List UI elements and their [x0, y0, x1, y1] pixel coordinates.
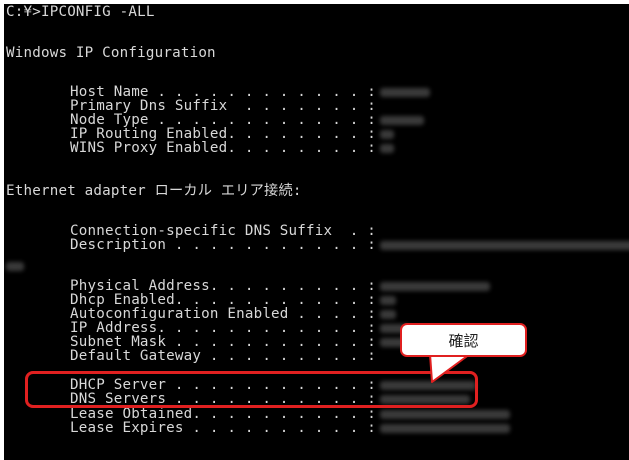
- description-wrap-redacted: [6, 262, 24, 271]
- prompt-line: C:¥>IPCONFIG -ALL: [6, 4, 155, 20]
- description-row: Description . . . . . . . . . . . :: [70, 238, 629, 252]
- autoconfiguration-enabled-row: Autoconfiguration Enabled . . . . :: [70, 307, 396, 321]
- ip-configuration-header: Windows IP Configuration: [6, 45, 216, 61]
- adapter-header: Ethernet adapter ローカル エリア接続:: [6, 183, 302, 199]
- default-gateway-row: Default Gateway . . . . . . . . . :: [70, 348, 376, 364]
- subnet-mask-row: Subnet Mask . . . . . . . . . . . :: [70, 335, 410, 349]
- wins-proxy-enabled-row: WINS Proxy Enabled. . . . . . . . :: [70, 141, 394, 155]
- dhcp-enabled-row: Dhcp Enabled. . . . . . . . . . . :: [70, 293, 396, 307]
- node-type-row: Node Type . . . . . . . . . . . . :: [70, 113, 424, 127]
- ip-address-row: IP Address. . . . . . . . . . . . :: [70, 321, 410, 335]
- confirm-callout: 確認: [400, 323, 527, 357]
- host-name-row: Host Name . . . . . . . . . . . . :: [70, 85, 430, 99]
- dhcp-server-highlight-box: [25, 371, 478, 408]
- connection-dns-suffix-row: Connection-specific DNS Suffix . :: [70, 223, 376, 239]
- lease-expires-row: Lease Expires . . . . . . . . . . :: [70, 421, 510, 435]
- ip-routing-enabled-row: IP Routing Enabled. . . . . . . . :: [70, 127, 394, 141]
- lease-obtained-row: Lease Obtained. . . . . . . . . . :: [70, 407, 510, 421]
- primary-dns-suffix-row: Primary Dns Suffix . . . . . . . :: [70, 98, 376, 114]
- physical-address-row: Physical Address. . . . . . . . . :: [70, 279, 490, 293]
- callout-label: 確認: [448, 331, 479, 350]
